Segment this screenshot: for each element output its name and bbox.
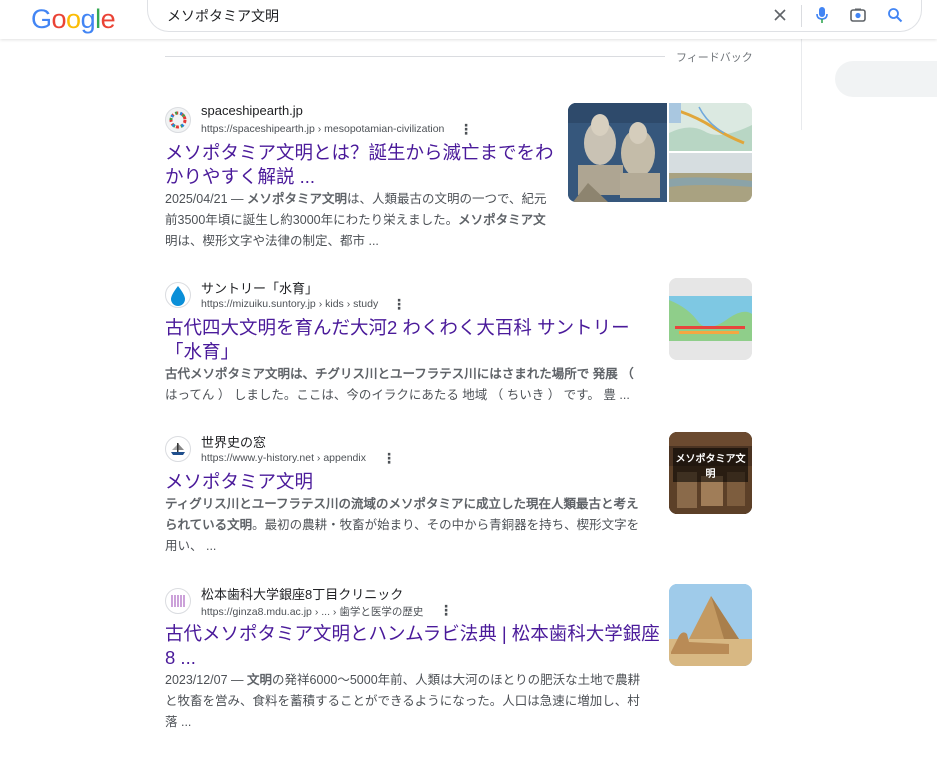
lens-icon[interactable]	[848, 5, 868, 25]
site-favicon	[165, 436, 191, 462]
microphone-icon[interactable]	[812, 5, 832, 25]
result-snippet: 2023/12/07 — 文明の発祥6000～5000年前、人類は大河のほとりの…	[165, 673, 641, 729]
result-image-map[interactable]	[669, 103, 752, 151]
right-panel-pill[interactable]	[835, 61, 937, 97]
site-name[interactable]: spaceshipearth.jp	[201, 103, 303, 118]
result-snippet: ティグリス川とユーフラテス川の流域のメソポタミアに成立した現在人類最古と考え ら…	[165, 497, 640, 553]
site-favicon	[165, 282, 191, 308]
site-name[interactable]: サントリー「水育」	[201, 278, 318, 297]
more-options-icon[interactable]: ⋮	[439, 603, 453, 617]
result-image-river[interactable]	[669, 153, 752, 202]
search-box[interactable]: メソポタミア文明	[147, 0, 922, 32]
search-input[interactable]: メソポタミア文明	[167, 6, 279, 26]
google-logo[interactable]: Google	[31, 4, 116, 35]
search-icon[interactable]	[885, 5, 905, 25]
more-options-icon[interactable]: ⋮	[392, 297, 406, 311]
site-name[interactable]: 世界史の窓	[201, 432, 266, 451]
section-divider	[165, 56, 665, 57]
clear-icon[interactable]	[770, 5, 790, 25]
result-title[interactable]: メソポタミア文明	[165, 470, 313, 494]
site-url[interactable]: https://www.y-history.net › appendix	[201, 452, 366, 464]
search-divider	[801, 5, 802, 27]
result-title[interactable]: 古代メソポタミア文明とハンムラビ法典 | 松本歯科大学銀座 8 ...	[165, 622, 660, 670]
search-result: 松本歯科大学銀座8丁目クリニック https://ginza8.mdu.ac.j…	[165, 584, 755, 734]
result-snippet: 古代メソポタミア文明は、チグリス川とユーフラテス川にはさまれた場所で 発展 （ …	[165, 367, 634, 402]
result-title[interactable]: メソポタミア文明とは？誕生から滅亡までをわ かりやすく解説 ...	[165, 141, 554, 189]
result-image-map2[interactable]	[669, 278, 752, 360]
result-image-relief[interactable]	[568, 103, 667, 202]
more-options-icon[interactable]: ⋮	[382, 451, 396, 465]
result-image-book[interactable]: メソポタミア文明	[669, 432, 752, 514]
site-favicon	[165, 588, 191, 614]
site-favicon	[165, 107, 191, 133]
more-options-icon[interactable]: ⋮	[459, 122, 473, 136]
feedback-link[interactable]: フィードバック	[676, 49, 753, 65]
result-snippet: 2025/04/21 — メソポタミア文明は、人類最古の文明の一つで、紀元 前3…	[165, 192, 547, 248]
site-url[interactable]: https://mizuiku.suntory.jp › kids › stud…	[201, 298, 378, 310]
site-url[interactable]: https://spaceshipearth.jp › mesopotamian…	[201, 123, 444, 135]
header: Google メソポタミア文明	[0, 0, 937, 39]
site-name[interactable]: 松本歯科大学銀座8丁目クリニック	[201, 584, 403, 603]
search-result: 世界史の窓 https://www.y-history.net › append…	[165, 432, 755, 562]
right-panel-divider	[801, 39, 802, 130]
site-url[interactable]: https://ginza8.mdu.ac.jp › ... › 歯学と医学の歴…	[201, 604, 423, 619]
search-result: サントリー「水育」 https://mizuiku.suntory.jp › k…	[165, 278, 755, 408]
result-image-sphinx[interactable]	[669, 584, 752, 666]
result-title[interactable]: 古代四大文明を育んだ大河2 わくわく大百科 サントリー 「水育」	[165, 316, 630, 364]
thumb-caption: メソポタミア文明	[673, 448, 748, 482]
